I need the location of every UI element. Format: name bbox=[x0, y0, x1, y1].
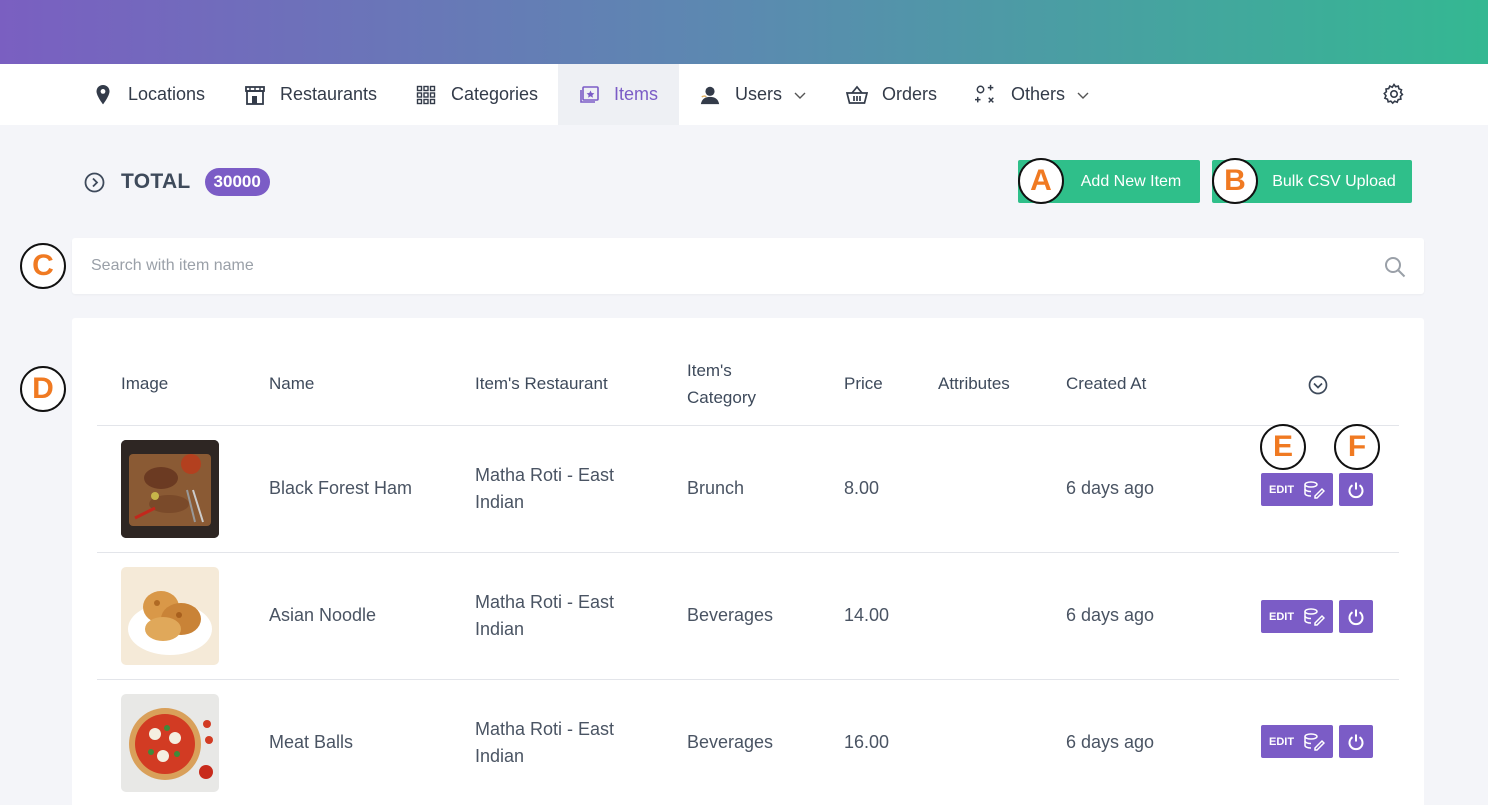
header-restaurant: Item's Restaurant bbox=[475, 374, 608, 393]
power-icon bbox=[1348, 734, 1364, 750]
table-row: Black Forest Ham Matha Roti - East India… bbox=[72, 426, 1424, 553]
edit-label: EDIT bbox=[1269, 735, 1295, 748]
nav-locations[interactable]: Locations bbox=[92, 64, 205, 125]
item-category: Beverages bbox=[687, 605, 774, 625]
toggle-power-button[interactable] bbox=[1339, 725, 1373, 758]
nav-label: Orders bbox=[882, 84, 938, 104]
annotation-marker-e: E bbox=[1260, 424, 1306, 470]
total-label: TOTAL bbox=[121, 170, 191, 193]
item-created-at: 6 days ago bbox=[1066, 732, 1155, 752]
item-created-at: 6 days ago bbox=[1066, 605, 1155, 625]
nav-restaurants[interactable]: Restaurants bbox=[244, 64, 377, 125]
nav-label: Locations bbox=[128, 84, 206, 104]
item-image[interactable] bbox=[121, 694, 219, 792]
nav-label: Restaurants bbox=[280, 84, 378, 104]
edit-label: EDIT bbox=[1269, 483, 1295, 496]
nav-label: Items bbox=[614, 84, 659, 104]
top-nav: Locations Restaurants Categories Items U… bbox=[0, 64, 1488, 125]
edit-stack-icon bbox=[1304, 607, 1326, 626]
item-restaurant-line2: Indian bbox=[475, 746, 525, 766]
edit-button[interactable]: EDIT bbox=[1261, 725, 1333, 758]
item-price: 16.00 bbox=[844, 732, 890, 752]
annotation-marker-f: F bbox=[1334, 424, 1380, 470]
chevron-right-circle-icon[interactable] bbox=[84, 172, 105, 193]
header-created-at: Created At bbox=[1066, 374, 1147, 393]
add-new-item-label: Add New Item bbox=[1080, 172, 1182, 190]
annotation-marker-d: D bbox=[20, 366, 66, 412]
power-icon bbox=[1348, 482, 1364, 498]
item-name: Black Forest Ham bbox=[269, 478, 413, 498]
header-price: Price bbox=[844, 374, 883, 393]
chevron-down-circle-icon[interactable] bbox=[1308, 375, 1328, 395]
item-category: Brunch bbox=[687, 478, 745, 498]
item-name: Meat Balls bbox=[269, 732, 354, 752]
basket-icon bbox=[846, 84, 868, 106]
total-count-badge: 30000 bbox=[204, 168, 270, 196]
item-price: 14.00 bbox=[844, 605, 890, 625]
total-summary: TOTAL 30000 bbox=[84, 162, 270, 202]
edit-stack-icon bbox=[1304, 480, 1326, 499]
table-row: Asian Noodle Matha Roti - East Indian Be… bbox=[72, 553, 1424, 680]
chevron-down-icon bbox=[1077, 89, 1089, 101]
toggle-power-button[interactable] bbox=[1339, 600, 1373, 633]
edit-label: EDIT bbox=[1269, 610, 1295, 623]
map-pin-icon bbox=[92, 84, 114, 106]
header-image: Image bbox=[121, 374, 169, 393]
header-attributes: Attributes bbox=[938, 374, 1010, 393]
chevron-down-icon bbox=[794, 89, 806, 101]
header-banner bbox=[0, 0, 1488, 64]
item-created-at: 6 days ago bbox=[1066, 478, 1155, 498]
nav-label: Categories bbox=[451, 84, 539, 104]
bulk-csv-upload-label: Bulk CSV Upload bbox=[1272, 172, 1396, 190]
item-price: 8.00 bbox=[844, 478, 880, 498]
nav-users[interactable]: Users bbox=[699, 64, 806, 125]
item-name: Asian Noodle bbox=[269, 605, 377, 625]
items-icon bbox=[578, 84, 600, 106]
items-table: Image Name Item's Restaurant Item's Cate… bbox=[72, 318, 1424, 805]
header-name: Name bbox=[269, 374, 315, 393]
user-icon bbox=[699, 84, 721, 106]
item-restaurant-line2: Indian bbox=[475, 619, 525, 639]
nav-categories[interactable]: Categories bbox=[415, 64, 538, 125]
nav-others[interactable]: Others bbox=[975, 64, 1089, 125]
header-category-line2: Category bbox=[687, 388, 756, 407]
item-image[interactable] bbox=[121, 567, 219, 665]
nav-label: Others bbox=[1011, 84, 1066, 104]
item-restaurant: Matha Roti - East bbox=[475, 719, 615, 739]
item-category: Beverages bbox=[687, 732, 774, 752]
gear-icon[interactable] bbox=[1382, 82, 1406, 106]
toggle-power-button[interactable] bbox=[1339, 473, 1373, 506]
grid-icon bbox=[415, 84, 437, 106]
edit-button[interactable]: EDIT bbox=[1261, 473, 1333, 506]
search-bar bbox=[72, 238, 1424, 294]
annotation-marker-b: B bbox=[1212, 158, 1258, 204]
item-restaurant: Matha Roti - East bbox=[475, 592, 615, 612]
item-image[interactable] bbox=[121, 440, 219, 538]
nav-items[interactable]: Items bbox=[558, 64, 679, 125]
edit-button[interactable]: EDIT bbox=[1261, 600, 1333, 633]
power-icon bbox=[1348, 609, 1364, 625]
search-icon[interactable] bbox=[1384, 256, 1406, 278]
edit-stack-icon bbox=[1304, 732, 1326, 751]
table-row: Meat Balls Matha Roti - East Indian Beve… bbox=[72, 680, 1424, 805]
others-icon bbox=[975, 84, 997, 106]
annotation-marker-c: C bbox=[20, 243, 66, 289]
item-restaurant: Matha Roti - East bbox=[475, 465, 615, 485]
header-category-line1: Item's bbox=[687, 361, 732, 380]
annotation-marker-a: A bbox=[1018, 158, 1064, 204]
search-input[interactable] bbox=[91, 238, 1371, 294]
nav-orders[interactable]: Orders bbox=[846, 64, 937, 125]
store-icon bbox=[244, 84, 266, 106]
item-restaurant-line2: Indian bbox=[475, 492, 525, 512]
nav-label: Users bbox=[735, 84, 783, 104]
